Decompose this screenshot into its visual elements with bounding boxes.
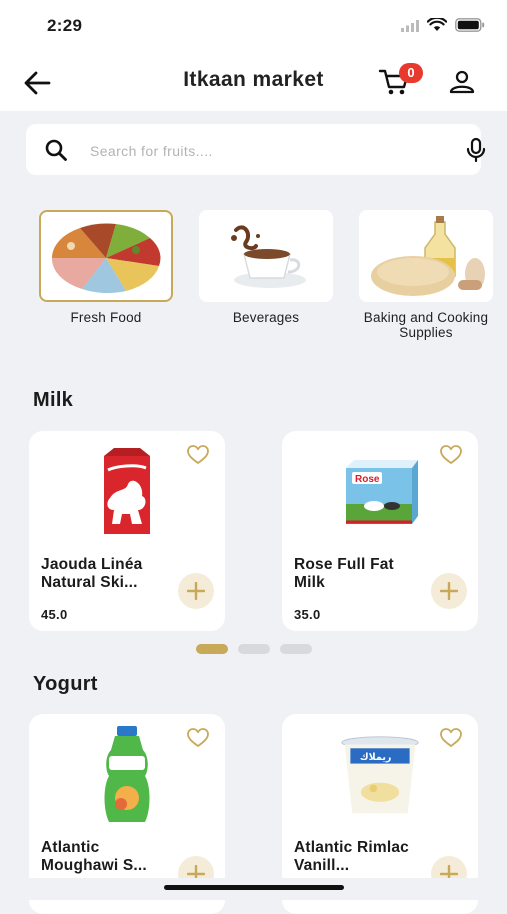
add-to-cart-button[interactable] bbox=[431, 573, 467, 609]
wifi-icon bbox=[426, 16, 448, 37]
yogurt-bottle-image bbox=[104, 726, 150, 822]
heart-icon bbox=[440, 445, 462, 464]
favorite-button[interactable] bbox=[440, 445, 462, 470]
add-to-cart-button[interactable] bbox=[178, 573, 214, 609]
product-image bbox=[84, 726, 170, 822]
heart-icon bbox=[440, 728, 462, 747]
pager-dot[interactable] bbox=[280, 644, 312, 654]
signal-icon bbox=[401, 19, 419, 37]
yogurt-cup-image: ريملاك bbox=[341, 736, 419, 814]
page-title: Itkaan market bbox=[183, 68, 324, 91]
product-name: Jaouda Linéa Natural Ski... bbox=[41, 556, 143, 591]
status-icons bbox=[401, 16, 485, 37]
microphone-icon[interactable] bbox=[465, 137, 487, 168]
product-image bbox=[84, 447, 170, 539]
category-beverages[interactable]: Beverages bbox=[199, 210, 333, 325]
category-label: Beverages bbox=[232, 310, 300, 325]
product-price: 45.0 bbox=[41, 607, 68, 622]
category-label: Baking and Cooking Supplies bbox=[363, 310, 489, 340]
carousel-pager bbox=[196, 644, 312, 654]
search-input[interactable] bbox=[88, 137, 422, 165]
svg-text:ريملاك: ريملاك bbox=[360, 752, 391, 763]
product-name: Rose Full Fat Milk bbox=[294, 556, 394, 591]
pager-dot[interactable] bbox=[238, 644, 270, 654]
beverages-image bbox=[231, 225, 306, 288]
favorite-button[interactable] bbox=[187, 728, 209, 753]
status-time: 2:29 bbox=[47, 16, 83, 35]
svg-text:Rose: Rose bbox=[355, 474, 380, 485]
battery-icon bbox=[455, 18, 485, 37]
pager-dot[interactable] bbox=[196, 644, 228, 654]
section-title-yogurt: Yogurt bbox=[33, 673, 98, 695]
search-icon bbox=[44, 138, 68, 167]
category-image bbox=[359, 210, 493, 302]
plus-icon bbox=[187, 582, 205, 600]
search-bar bbox=[26, 124, 486, 175]
product-price: 35.0 bbox=[294, 607, 321, 622]
product-image: ريملاك bbox=[337, 730, 423, 822]
category-fresh-food[interactable]: Fresh Food bbox=[39, 210, 173, 325]
baking-supplies-image bbox=[371, 216, 485, 296]
cart-count-badge: 0 bbox=[399, 63, 423, 83]
user-icon bbox=[449, 70, 475, 94]
category-label: Fresh Food bbox=[70, 310, 142, 325]
product-image: Rose bbox=[337, 447, 423, 539]
product-name: Atlantic Moughawi S... bbox=[41, 839, 147, 874]
product-card[interactable]: Jaouda Linéa Natural Ski... 45.0 bbox=[29, 431, 225, 631]
category-image bbox=[39, 210, 173, 302]
section-title-milk: Milk bbox=[33, 389, 74, 411]
profile-button[interactable] bbox=[447, 67, 477, 97]
product-card[interactable]: Rose Rose Full Fat Milk 35.0 bbox=[282, 431, 478, 631]
category-image bbox=[199, 210, 333, 302]
favorite-button[interactable] bbox=[187, 445, 209, 470]
home-indicator[interactable] bbox=[164, 885, 344, 890]
plus-icon bbox=[440, 582, 458, 600]
favorite-button[interactable] bbox=[440, 728, 462, 753]
milk-box-image: Rose bbox=[346, 460, 418, 524]
category-baking-cooking[interactable]: Baking and Cooking Supplies bbox=[359, 210, 493, 340]
heart-icon bbox=[187, 445, 209, 464]
heart-icon bbox=[187, 728, 209, 747]
fresh-food-image bbox=[51, 223, 161, 294]
app-bar: Itkaan market 0 bbox=[0, 55, 507, 111]
milk-carton-image bbox=[104, 448, 150, 534]
status-bar: 2:29 bbox=[0, 0, 507, 55]
product-name: Atlantic Rimlac Vanill... bbox=[294, 839, 409, 874]
